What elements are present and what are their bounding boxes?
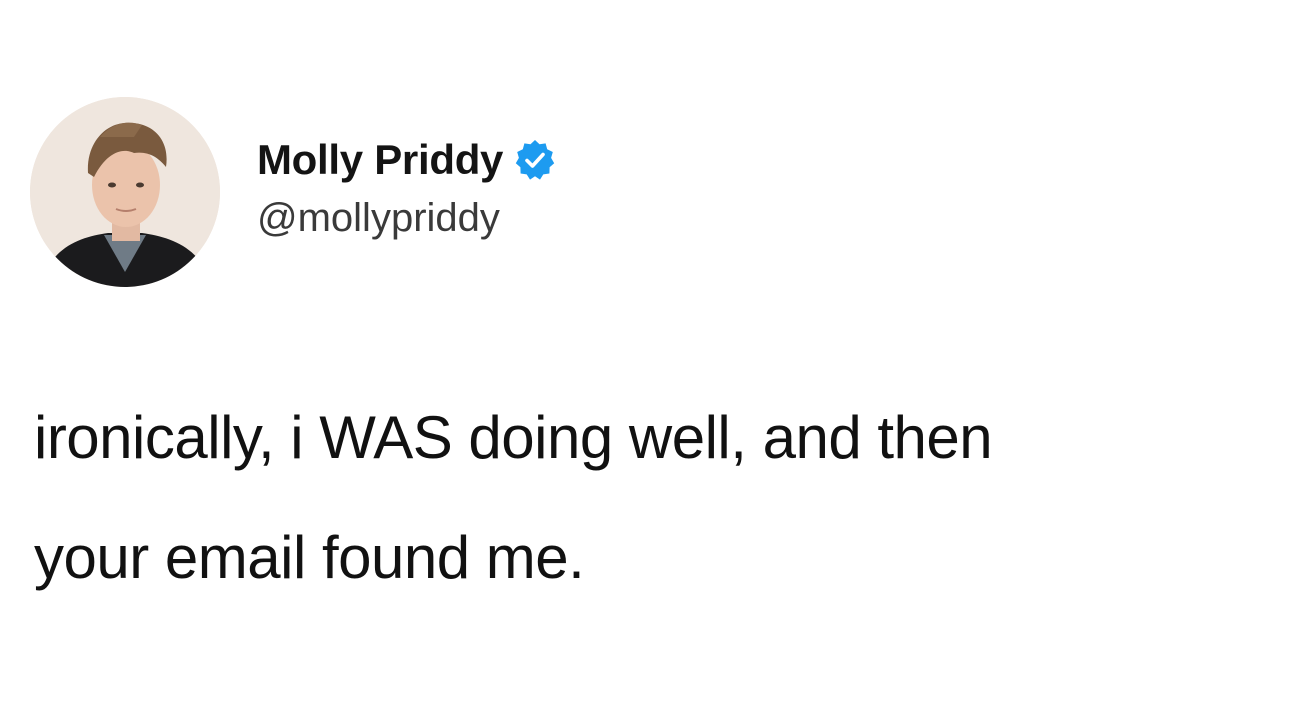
verified-badge-icon: [513, 138, 557, 182]
tweet-text-line: your email found me.: [34, 524, 585, 591]
user-handle[interactable]: @mollypriddy: [257, 192, 557, 244]
display-name[interactable]: Molly Priddy: [257, 132, 503, 188]
author-name-row: Molly Priddy: [257, 132, 557, 188]
tweet-text-line: ironically, i WAS doing well, and then: [34, 404, 993, 471]
avatar-portrait: [30, 97, 220, 287]
tweet-author: Molly Priddy @mollypriddy: [257, 132, 557, 244]
tweet-card: Molly Priddy @mollypriddy ironically, i …: [0, 0, 1290, 728]
avatar[interactable]: [30, 97, 220, 287]
tweet-body: ironically, i WAS doing well, and then y…: [34, 378, 1274, 618]
